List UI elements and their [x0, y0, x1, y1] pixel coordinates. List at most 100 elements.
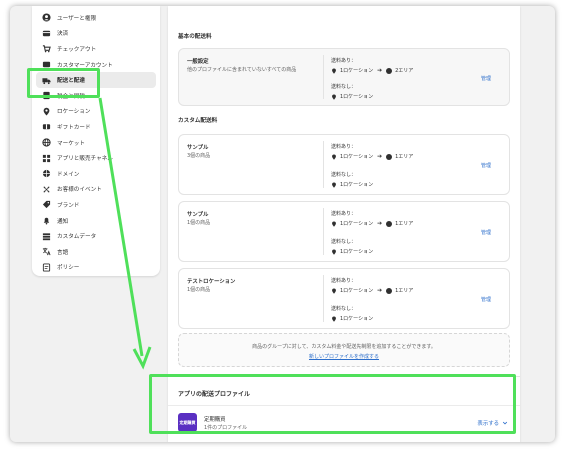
sidebar-item-label: ロケーション: [57, 109, 91, 116]
events-icon: [42, 185, 51, 194]
arrow-right-icon: ➔: [377, 67, 383, 74]
rates-without-value: 1ロケーション: [340, 182, 374, 188]
sidebar-item-label: マーケット: [57, 140, 85, 147]
sidebar-item-locations[interactable]: ロケーション: [36, 104, 156, 120]
rates-from: 1ロケーション: [340, 288, 374, 294]
sidebar-item-label: ドメイン: [57, 171, 80, 178]
sidebar-item-payments[interactable]: 決済: [36, 26, 156, 42]
sidebar-item-label: チェックアウト: [57, 46, 97, 53]
sidebar-item-label: お客様のイベント: [57, 187, 102, 194]
arrow-right-icon: ➔: [377, 287, 383, 294]
arrow-right-icon: ➔: [377, 220, 383, 227]
sidebar-item-markets[interactable]: マーケット: [36, 135, 156, 151]
rates-from: 1ロケーション: [340, 68, 374, 74]
profile-divider: [323, 141, 324, 188]
globe-icon: [386, 287, 393, 294]
profile-divider: [323, 208, 324, 255]
sidebar-item-brand[interactable]: ブランド: [36, 197, 156, 213]
rates-to: 2エリア: [395, 68, 414, 74]
profile-product-count: 3個の商品: [187, 153, 211, 159]
rates-without: 送料なし： 1ロケーション: [331, 305, 373, 322]
rates-without-value: 1ロケーション: [340, 316, 374, 322]
rates-without: 送料なし： 1ロケーション: [331, 238, 373, 255]
create-profile-link[interactable]: 新しいプロファイルを作成する: [179, 353, 509, 360]
sidebar-item-domains[interactable]: ドメイン: [36, 166, 156, 182]
sidebar-item-apps-channels[interactable]: アプリと販売チャネル: [36, 150, 156, 166]
rates-with-line: 1ロケーション ➔ 2エリア: [331, 67, 413, 74]
sidebar-item-users[interactable]: ユーザーと権限: [36, 10, 156, 26]
sidebar-item-label: ユーザーと権限: [57, 15, 97, 22]
rates-to: 1エリア: [395, 154, 414, 160]
rates-without-value: 1ロケーション: [340, 94, 374, 100]
highlight-box-sidebar: [27, 68, 100, 98]
profile-divider: [323, 275, 324, 322]
rates-without-label: 送料なし：: [331, 84, 357, 90]
rates-without-line: 1ロケーション: [331, 248, 373, 255]
bell-icon: [42, 216, 51, 225]
general-rates-heading: 基本の配送料: [178, 34, 212, 40]
manage-link[interactable]: 管理: [481, 296, 491, 303]
sidebar-item-languages[interactable]: 言語: [36, 244, 156, 260]
location-pin-icon: [332, 93, 336, 100]
rates-with: 送料あり： 1ロケーション ➔ 2エリア: [331, 57, 413, 74]
data-icon: [42, 232, 51, 241]
sidebar-item-label: アプリと販売チャネル: [57, 156, 113, 163]
sidebar-item-custom-data[interactable]: カスタムデータ: [36, 228, 156, 244]
rates-with-line: 1ロケーション ➔ 1エリア: [331, 287, 413, 294]
globe-icon: [386, 67, 393, 74]
profile-product-count: 他のプロファイルに含まれていないすべての商品: [187, 67, 297, 73]
rates-without: 送料なし： 1ロケーション: [331, 83, 373, 100]
manage-link[interactable]: 管理: [481, 162, 491, 169]
arrow-right-icon: ➔: [377, 153, 383, 160]
globe-icon: [42, 138, 51, 147]
rates-with-label: 送料あり：: [331, 58, 357, 64]
sidebar-item-label: カスタムデータ: [57, 234, 97, 241]
create-profile-info: 商品のグループに対して、カスタム料金や配送先制限を追加することができます。 新し…: [178, 333, 510, 367]
sidebar-item-checkout[interactable]: チェックアウト: [36, 41, 156, 57]
brand-icon: [42, 200, 51, 209]
sidebar-item-label: 言語: [57, 249, 69, 256]
location-pin-icon: [332, 315, 336, 322]
sidebar-item-label: 決済: [57, 31, 69, 38]
location-pin-icon: [332, 181, 336, 188]
user-icon: [42, 13, 51, 22]
location-pin-icon: [332, 153, 336, 160]
location-pin-icon: [332, 287, 336, 294]
location-icon: [42, 107, 51, 116]
settings-sidebar: ユーザーと権限 決済 チェックアウト カスタマーアカウント 配送と配達 税金と関…: [32, 6, 160, 276]
rates-without-label: 送料なし：: [331, 172, 357, 178]
sidebar-item-label: ブランド: [57, 202, 80, 209]
sidebar-item-label: ギフトカード: [57, 124, 91, 131]
custom-rates-heading: カスタム配送料: [178, 118, 218, 124]
globe-icon: [386, 153, 393, 160]
general-profile-card[interactable]: 一般設定 他のプロファイルに含まれていないすべての商品 送料あり： 1ロケーショ…: [178, 48, 510, 106]
rates-with-line: 1ロケーション ➔ 1エリア: [331, 220, 413, 227]
profile-product-count: 1個の商品: [187, 220, 211, 226]
sidebar-item-gift-cards[interactable]: ギフトカード: [36, 119, 156, 135]
sidebar-item-label: ポリシー: [57, 265, 80, 272]
rates-from: 1ロケーション: [340, 154, 374, 160]
rates-without: 送料なし： 1ロケーション: [331, 171, 373, 188]
rates-without-line: 1ロケーション: [331, 93, 373, 100]
custom-profile-card[interactable]: サンプル 3個の商品 送料あり： 1ロケーション ➔ 1エリア 送料なし： 1ロ…: [178, 134, 510, 195]
custom-profile-card[interactable]: テストロケーション 1個の商品 送料あり： 1ロケーション ➔ 1エリア 送料な…: [178, 268, 510, 329]
sidebar-item-policies[interactable]: ポリシー: [36, 260, 156, 276]
profile-name: サンプル: [187, 212, 209, 218]
sidebar-item-notifications[interactable]: 通知: [36, 213, 156, 229]
location-pin-icon: [332, 248, 336, 255]
custom-profile-card[interactable]: サンプル 1個の商品 送料あり： 1ロケーション ➔ 1エリア 送料なし： 1ロ…: [178, 201, 510, 262]
profile-name: サンプル: [187, 145, 209, 151]
rates-with: 送料あり： 1ロケーション ➔ 1エリア: [331, 210, 413, 227]
manage-link[interactable]: 管理: [481, 229, 491, 236]
rates-from: 1ロケーション: [340, 221, 374, 227]
manage-link[interactable]: 管理: [481, 75, 491, 82]
rates-with-label: 送料あり：: [331, 211, 357, 217]
rates-with-label: 送料あり：: [331, 144, 357, 150]
rates-without-value: 1ロケーション: [340, 249, 374, 255]
cart-icon: [42, 44, 51, 53]
rates-without-label: 送料なし：: [331, 239, 357, 245]
highlight-box-app-profiles: [149, 374, 516, 434]
rates-without-line: 1ロケーション: [331, 315, 373, 322]
sidebar-item-customer-events[interactable]: お客様のイベント: [36, 182, 156, 198]
apps-icon: [42, 154, 51, 163]
